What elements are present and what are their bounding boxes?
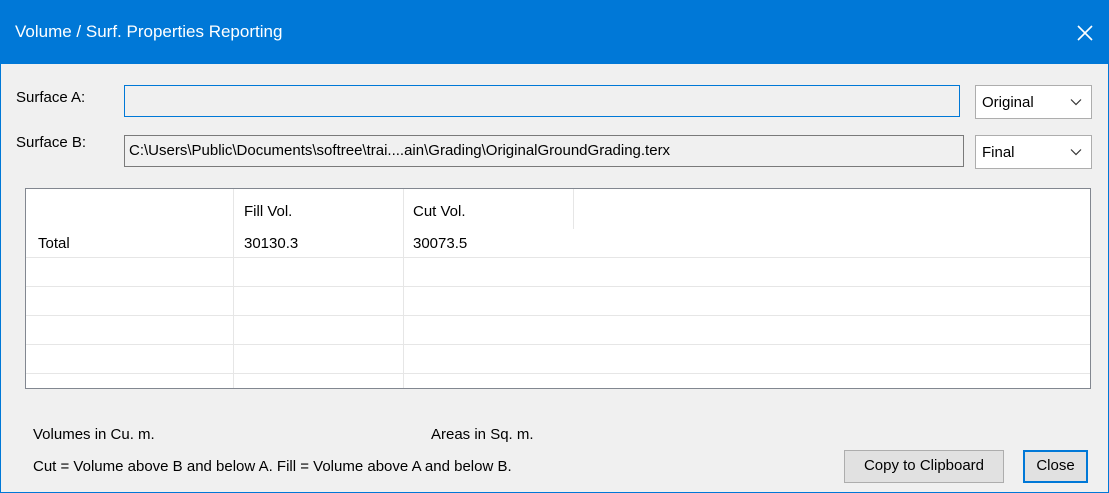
column-divider — [403, 189, 404, 388]
results-table[interactable]: Fill Vol. Cut Vol. Total 30130.3 30073.5 — [25, 188, 1091, 389]
surface-a-label: Surface A: — [16, 89, 86, 106]
window-title: Volume / Surf. Properties Reporting — [15, 22, 283, 41]
chevron-down-icon — [1070, 99, 1082, 106]
column-header-cut-vol[interactable]: Cut Vol. — [413, 203, 466, 220]
volume-units-note: Volumes in Cu. m. — [33, 426, 155, 443]
copy-to-clipboard-button[interactable]: Copy to Clipboard — [844, 450, 1004, 483]
surface-a-version-select[interactable]: Original — [975, 85, 1092, 119]
surface-b-path-field[interactable]: C:\Users\Public\Documents\softree\trai..… — [124, 135, 964, 167]
cut-fill-definition: Cut = Volume above B and below A. Fill =… — [33, 458, 512, 475]
row-label-total: Total — [38, 235, 70, 252]
row-divider — [26, 315, 1090, 316]
surface-a-version-value: Original — [982, 94, 1034, 111]
close-button[interactable]: Close — [1023, 450, 1088, 483]
surface-a-path-field[interactable] — [124, 85, 960, 117]
close-icon — [1077, 24, 1093, 41]
column-divider — [233, 189, 234, 388]
column-divider — [573, 189, 574, 229]
surface-b-version-select[interactable]: Final — [975, 135, 1092, 169]
chevron-down-icon — [1070, 149, 1082, 156]
surface-b-label: Surface B: — [16, 134, 87, 151]
title-bar[interactable]: Volume / Surf. Properties Reporting — [1, 1, 1108, 64]
total-cut-volume: 30073.5 — [413, 235, 468, 252]
row-divider — [26, 257, 1090, 258]
row-divider — [26, 373, 1090, 374]
area-units-note: Areas in Sq. m. — [431, 426, 534, 443]
column-header-fill-vol[interactable]: Fill Vol. — [244, 203, 292, 220]
total-fill-volume: 30130.3 — [244, 235, 299, 252]
volume-report-dialog: Volume / Surf. Properties Reporting Surf… — [0, 0, 1109, 493]
close-window-button[interactable] — [1062, 1, 1108, 64]
surface-b-version-value: Final — [982, 144, 1015, 161]
row-divider — [26, 286, 1090, 287]
row-divider — [26, 344, 1090, 345]
